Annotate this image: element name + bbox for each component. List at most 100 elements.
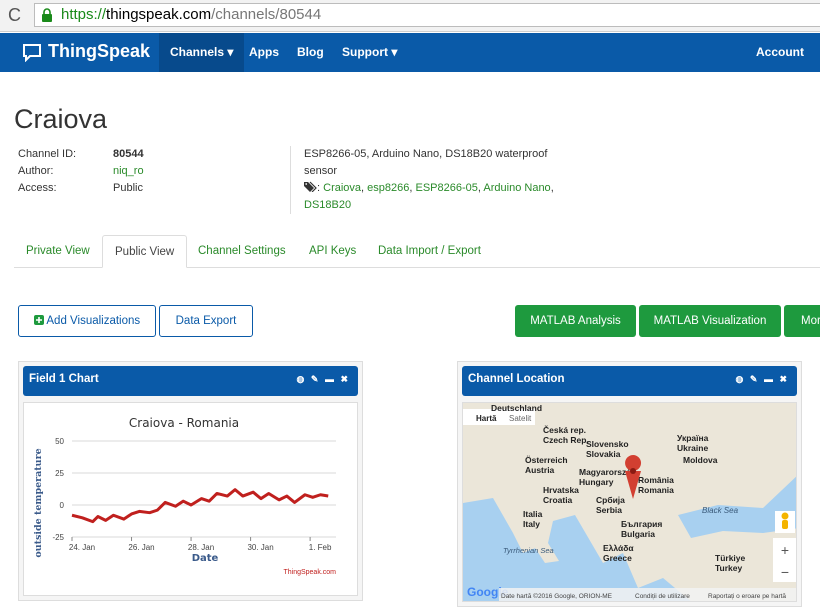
edit-icon[interactable]: ✎ — [311, 374, 321, 384]
edit-icon[interactable]: ✎ — [750, 374, 760, 384]
plus-square-icon — [33, 315, 44, 325]
map-label: Türkiye — [715, 553, 746, 563]
satellite-tab[interactable]: Satelit — [509, 414, 532, 423]
map-label: Hungary — [579, 477, 614, 487]
map-label: Moldova — [683, 455, 718, 465]
map-label: Україна — [677, 433, 709, 443]
chat-bubble-icon — [23, 43, 41, 62]
close-icon[interactable]: ✖ — [340, 374, 350, 384]
nav-channels[interactable]: Channels ▾ — [159, 33, 245, 72]
matlab-analysis-button[interactable]: MATLAB Analysis — [515, 305, 636, 337]
map-terms-link[interactable]: Condiții de utilizare — [635, 593, 690, 600]
pegman-body — [782, 520, 788, 529]
tab-api-keys[interactable]: API Keys — [297, 235, 368, 268]
nav-blog[interactable]: Blog — [286, 33, 335, 72]
map-canvas[interactable]: Hartă Satelit Deutschland Česká rep.Czech… — [463, 403, 797, 602]
url-text: https://thingspeak.com/channels/80544 — [61, 6, 321, 23]
url-host: thingspeak.com — [106, 6, 212, 23]
tag-link[interactable]: DS18B20 — [304, 199, 351, 211]
temperature-series-line — [71, 488, 329, 524]
channel-title: Craiova — [14, 104, 108, 134]
nav-account[interactable]: Account ▾ — [745, 33, 820, 98]
tag-link[interactable]: esp8266 — [367, 182, 409, 194]
tag-link[interactable]: Arduino Nano — [483, 182, 550, 194]
y-tick-label: -25 — [52, 533, 64, 542]
y-tick-label: 0 — [60, 501, 65, 510]
top-navbar: ThingSpeak Channels ▾ Apps Blog Support … — [0, 33, 820, 98]
access-label: Access: — [18, 182, 57, 194]
panel-controls: ◍ ✎ ▬ ✖ — [736, 366, 790, 392]
map-label: Ukraine — [677, 443, 708, 453]
field-1-chart-panel: Field 1 Chart ◍ ✎ ▬ ✖ Craiova - Romania … — [18, 361, 363, 601]
url-field[interactable]: https://thingspeak.com/channels/80544 — [34, 3, 820, 27]
minimize-icon[interactable]: ▬ — [764, 374, 775, 384]
more-button[interactable]: More — [784, 305, 820, 337]
y-tick-label: 25 — [55, 469, 64, 478]
map-label: Turkey — [715, 563, 743, 573]
comment-icon[interactable]: ◍ — [736, 374, 746, 384]
map-label: Ελλάδα — [603, 543, 634, 553]
land-mass — [463, 403, 796, 601]
lock-icon — [42, 8, 52, 22]
channel-location-header: Channel Location ◍ ✎ ▬ ✖ — [462, 366, 797, 396]
map-label: Czech Rep. — [543, 435, 589, 445]
channel-id-row: Channel ID: 80544 — [18, 148, 144, 160]
map-label: Austria — [525, 465, 555, 475]
x-tick-label: 1. Feb — [309, 543, 332, 552]
description-text: ESP8266-05, Arduino Nano, DS18B20 waterp… — [304, 148, 548, 177]
channel-location-panel: Channel Location ◍ ✎ ▬ ✖ Hartă Satelit D… — [457, 361, 802, 607]
brand-name: ThingSpeak — [48, 41, 151, 61]
tag-link[interactable]: Craiova — [323, 182, 361, 194]
x-tick-label: 30. Jan — [247, 543, 273, 552]
tab-data-import-export[interactable]: Data Import / Export — [366, 235, 493, 268]
map-label: Slovakia — [586, 449, 621, 459]
x-tick-label: 26. Jan — [128, 543, 154, 552]
zoom-out-button[interactable]: − — [781, 564, 789, 580]
data-export-button[interactable]: Data Export — [159, 305, 253, 337]
tab-channel-settings[interactable]: Channel Settings — [186, 235, 298, 268]
author-link[interactable]: niq_ro — [113, 165, 144, 177]
access-value: Public — [113, 182, 143, 194]
map-label: Deutschland — [491, 403, 542, 413]
thingspeak-logo[interactable]: ThingSpeak — [22, 41, 150, 62]
map-label: Česká rep. — [543, 424, 586, 435]
panel-controls: ◍ ✎ ▬ ✖ — [297, 366, 351, 392]
tag-link[interactable]: ESP8266-05 — [416, 182, 478, 194]
zoom-in-button[interactable]: + — [781, 542, 789, 558]
tab-public-view[interactable]: Public View — [102, 235, 188, 268]
channel-description: ESP8266-05, Arduino Nano, DS18B20 waterp… — [290, 146, 560, 214]
nav-support[interactable]: Support ▾ — [331, 33, 408, 72]
channel-location-title: Channel Location — [468, 373, 565, 385]
nav-apps[interactable]: Apps — [238, 33, 290, 72]
map-label: Österreich — [525, 455, 568, 465]
channel-tabs: Private View Public View Channel Setting… — [14, 235, 820, 268]
map-label: Italy — [523, 519, 540, 529]
map-label: Србија — [596, 495, 625, 505]
y-tick-label: 50 — [55, 437, 64, 446]
add-visualizations-button[interactable]: Add Visualizations — [18, 305, 156, 337]
author-row: Author: niq_ro — [18, 165, 144, 177]
field-1-chart-title: Field 1 Chart — [29, 373, 99, 385]
map-view[interactable]: Hartă Satelit Deutschland Česká rep. Czech… — [462, 402, 797, 602]
url-path: /channels/80544 — [211, 6, 322, 23]
channel-id-label: Channel ID: — [18, 148, 77, 160]
temperature-chart: Craiova - Romania outside temperature Da… — [33, 416, 336, 576]
pegman-icon — [781, 512, 789, 520]
map-label: Slovensko — [586, 439, 629, 449]
y-axis-label: outside temperature — [33, 448, 44, 557]
tags-icon — [304, 181, 317, 193]
reload-icon[interactable]: C — [8, 5, 21, 26]
minimize-icon[interactable]: ▬ — [325, 374, 336, 384]
comment-icon[interactable]: ◍ — [297, 374, 307, 384]
channel-id-value: 80544 — [113, 148, 144, 160]
map-label: Greece — [603, 553, 632, 563]
close-icon[interactable]: ✖ — [779, 374, 789, 384]
chart-title: Craiova - Romania — [129, 416, 239, 430]
tab-private-view[interactable]: Private View — [14, 235, 102, 268]
access-row: Access: Public — [18, 182, 143, 194]
map-tab[interactable]: Hartă — [476, 414, 497, 423]
thingspeak-credit[interactable]: ThingSpeak.com — [283, 569, 336, 576]
map-report-link[interactable]: Raportați o eroare pe hartă — [708, 593, 786, 600]
add-visualizations-label: Add Visualizations — [46, 315, 141, 327]
matlab-visualization-button[interactable]: MATLAB Visualization — [639, 305, 781, 337]
